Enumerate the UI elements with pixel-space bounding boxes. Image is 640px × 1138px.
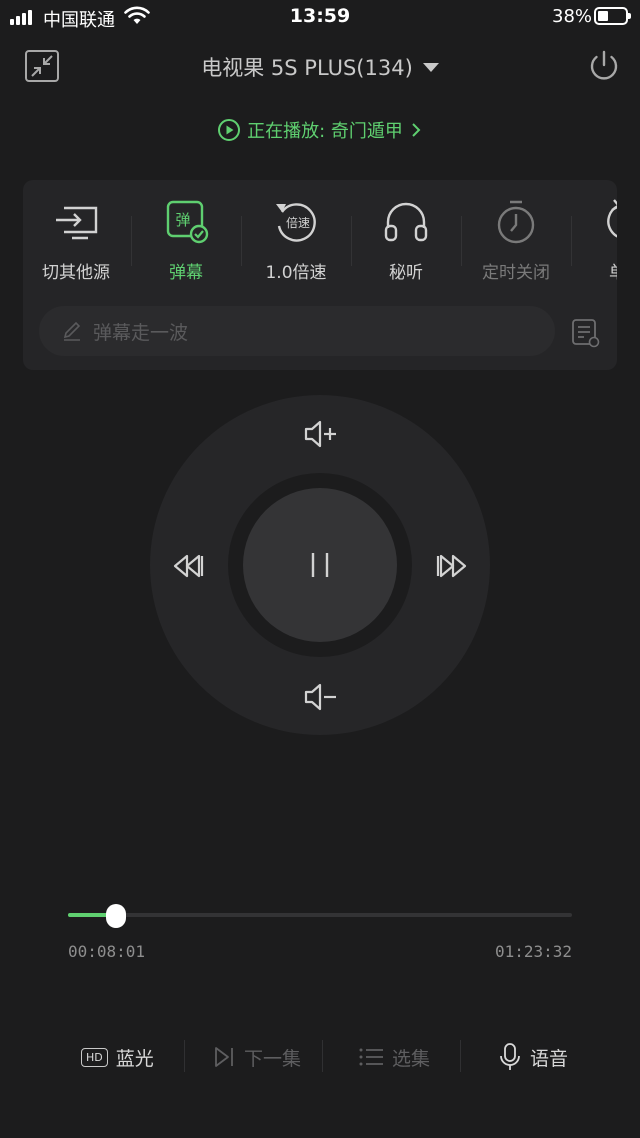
func-sleep-timer[interactable]: 定时关闭 xyxy=(461,198,571,283)
func-label: 单片 xyxy=(571,258,617,283)
danmu-placeholder: 弹幕走一波 xyxy=(93,321,189,344)
next-episode-label: 下一集 xyxy=(244,1047,302,1070)
danmu-settings-icon[interactable] xyxy=(571,318,601,348)
pencil-icon xyxy=(63,321,81,341)
danmu-icon: 弹 xyxy=(166,200,209,244)
pause-icon xyxy=(311,553,329,577)
function-panel: 切其他源 弹 弹幕 倍速 1.0倍速 秘听 定时关闭 弹幕走一波 xyxy=(23,180,617,370)
timer-icon xyxy=(497,200,535,244)
progress-thumb[interactable] xyxy=(106,904,127,928)
volume-down-icon[interactable] xyxy=(300,677,340,717)
func-label: 切其他源 xyxy=(42,263,110,283)
episodes-button[interactable]: 选集 xyxy=(358,1038,430,1076)
list-icon xyxy=(359,1048,383,1066)
speed-icon: 倍速 xyxy=(276,203,316,242)
power-icon[interactable] xyxy=(586,48,622,84)
chevron-down-icon xyxy=(422,62,439,72)
hd-badge: HD xyxy=(81,1047,108,1067)
func-label: 秘听 xyxy=(389,263,423,283)
headphones-icon xyxy=(384,202,428,242)
battery-icon xyxy=(594,7,631,25)
device-selector[interactable]: 电视果 5S PLUS(134) xyxy=(0,52,640,82)
chevron-right-icon xyxy=(412,123,421,137)
status-time: 13:59 xyxy=(289,5,351,27)
episodes-label: 选集 xyxy=(392,1047,431,1070)
progress-track[interactable] xyxy=(68,913,572,917)
current-time: 00:08:01 xyxy=(68,942,146,961)
func-speed[interactable]: 倍速 1.0倍速 xyxy=(241,198,351,283)
status-bar: 中国联通 13:59 38% xyxy=(0,0,640,34)
now-playing-link[interactable]: 正在播放: 奇门遁甲 xyxy=(0,117,640,143)
quality-button[interactable]: HD 蓝光 xyxy=(81,1038,154,1076)
loop-icon xyxy=(607,199,617,238)
speed-icon-text: 倍速 xyxy=(286,215,310,230)
skip-next-icon xyxy=(215,1047,233,1067)
danmu-input[interactable]: 弹幕走一波 xyxy=(39,306,555,356)
func-label: 弹幕 xyxy=(169,263,203,283)
quality-label: 蓝光 xyxy=(115,1047,154,1070)
cast-screen-icon xyxy=(56,206,98,240)
func-danmu[interactable]: 弹 弹幕 xyxy=(131,198,241,283)
now-playing-text: 正在播放: 奇门遁甲 xyxy=(247,121,403,142)
volume-up-icon[interactable] xyxy=(300,414,340,454)
func-label: 定时关闭 xyxy=(482,263,550,283)
device-name: 电视果 5S PLUS(134) xyxy=(201,56,413,80)
func-switch-source[interactable]: 切其他源 xyxy=(23,198,131,283)
func-single-loop[interactable]: 单片 xyxy=(571,198,617,283)
play-circle-icon xyxy=(218,119,241,141)
battery-percent: 38% xyxy=(552,6,593,27)
total-time: 01:23:32 xyxy=(494,942,572,961)
voice-label: 语音 xyxy=(530,1047,569,1070)
microphone-icon xyxy=(500,1043,520,1070)
voice-button[interactable]: 语音 xyxy=(498,1038,568,1076)
func-private-listen[interactable]: 秘听 xyxy=(351,198,461,283)
rewind-icon[interactable] xyxy=(168,546,208,586)
danmu-icon-text: 弹 xyxy=(175,211,190,229)
next-episode-button[interactable]: 下一集 xyxy=(212,1038,301,1076)
func-label: 1.0倍速 xyxy=(265,263,327,283)
fast-forward-icon[interactable] xyxy=(432,546,472,586)
